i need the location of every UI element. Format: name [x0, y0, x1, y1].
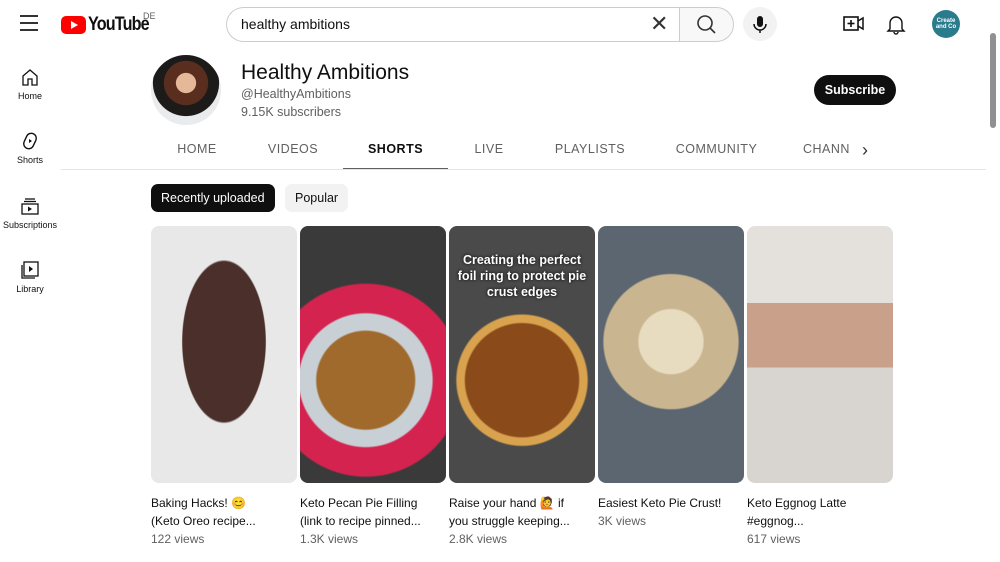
short-views: 1.3K views — [300, 532, 359, 546]
short-thumbnail[interactable] — [151, 226, 297, 483]
short-info: Easiest Keto Pie Crust! 3K views — [598, 494, 744, 530]
divider — [61, 169, 986, 170]
avatar-text: Create and Co — [935, 18, 957, 30]
short-thumbnail[interactable]: Creating the perfect foil ring to protec… — [449, 226, 595, 483]
sidebar-item-label: Subscriptions — [2, 220, 58, 230]
sidebar-item-label: Shorts — [16, 155, 43, 165]
notifications-bell-icon[interactable] — [886, 13, 906, 35]
sidebar-item-label: Library — [16, 284, 44, 294]
sidebar-item-home[interactable]: Home — [0, 68, 60, 101]
tab-channels[interactable]: CHANN — [783, 131, 853, 170]
search-icon — [697, 15, 716, 34]
channel-avatar[interactable] — [151, 55, 221, 125]
short-title[interactable]: you struggle keeping... — [449, 512, 595, 530]
short-title[interactable]: Baking Hacks! 😊 — [151, 494, 297, 512]
sidebar-item-library[interactable]: Library — [0, 261, 60, 294]
sidebar-item-subscriptions[interactable]: Subscriptions — [0, 197, 60, 230]
menu-icon[interactable] — [20, 15, 38, 31]
clear-search-icon[interactable]: ✕ — [650, 12, 668, 36]
short-info: Keto Eggnog Latte #eggnog... 617 views — [747, 494, 893, 548]
short-title[interactable]: (Keto Oreo recipe... — [151, 512, 297, 530]
short-title[interactable]: Raise your hand 🙋 if — [449, 494, 595, 512]
short-info: Baking Hacks! 😊 (Keto Oreo recipe... 122 v… — [151, 494, 297, 548]
short-thumbnail[interactable] — [598, 226, 744, 483]
short-thumbnail[interactable] — [300, 226, 446, 483]
top-bar: YouTube DE healthy ambitions ✕ Create an… — [0, 0, 1000, 48]
search-button[interactable] — [679, 7, 734, 42]
short-title[interactable]: (link to recipe pinned... — [300, 512, 446, 530]
tab-shorts[interactable]: SHORTS — [343, 131, 448, 170]
tab-community[interactable]: COMMUNITY — [650, 131, 783, 170]
short-info: Raise your hand 🙋 if you struggle keeping… — [449, 494, 595, 548]
search-input[interactable]: healthy ambitions — [226, 7, 680, 42]
region-label: DE — [143, 11, 156, 21]
short-views: 122 views — [151, 532, 205, 546]
subscriptions-icon — [21, 198, 39, 215]
short-title[interactable]: Keto Eggnog Latte — [747, 494, 893, 512]
chip-recently-uploaded[interactable]: Recently uploaded — [151, 184, 275, 212]
subscribe-button[interactable]: Subscribe — [814, 75, 896, 105]
tab-home[interactable]: HOME — [151, 131, 243, 170]
tab-live[interactable]: LIVE — [448, 131, 530, 170]
short-thumbnail[interactable] — [747, 226, 893, 483]
microphone-icon — [753, 16, 767, 33]
chip-popular[interactable]: Popular — [285, 184, 349, 212]
short-title[interactable]: Easiest Keto Pie Crust! — [598, 494, 744, 512]
logo-text: YouTube — [88, 14, 150, 35]
sidebar-item-label: Home — [17, 91, 42, 101]
subscriber-count: 9.15K subscribers — [241, 105, 342, 119]
voice-search-button[interactable] — [743, 7, 777, 41]
channel-name: Healthy Ambitions — [241, 61, 410, 84]
tab-playlists[interactable]: PLAYLISTS — [530, 131, 650, 170]
short-views: 3K views — [598, 514, 647, 528]
youtube-play-icon — [61, 16, 86, 34]
shorts-icon — [23, 132, 37, 150]
thumbnail-overlay-text: Creating the perfect foil ring to protec… — [457, 253, 587, 299]
short-title[interactable]: Keto Pecan Pie Filling — [300, 494, 446, 512]
channel-tabs: HOME VIDEOS SHORTS LIVE PLAYLISTS COMMUN… — [151, 131, 853, 170]
channel-handle: @HealthyAmbitions — [241, 87, 351, 101]
short-views: 2.8K views — [449, 532, 508, 546]
sidebar-item-shorts[interactable]: Shorts — [0, 132, 60, 165]
home-icon — [22, 69, 38, 86]
chevron-right-icon[interactable]: › — [862, 140, 868, 161]
tab-videos[interactable]: VIDEOS — [243, 131, 343, 170]
short-info: Keto Pecan Pie Filling (link to recipe pi… — [300, 494, 446, 548]
account-avatar[interactable]: Create and Co — [932, 10, 960, 38]
short-views: 617 views — [747, 532, 801, 546]
short-title[interactable]: #eggnog... — [747, 512, 893, 530]
library-icon — [21, 261, 39, 279]
create-video-icon[interactable] — [843, 14, 865, 34]
scrollbar[interactable] — [990, 33, 996, 128]
